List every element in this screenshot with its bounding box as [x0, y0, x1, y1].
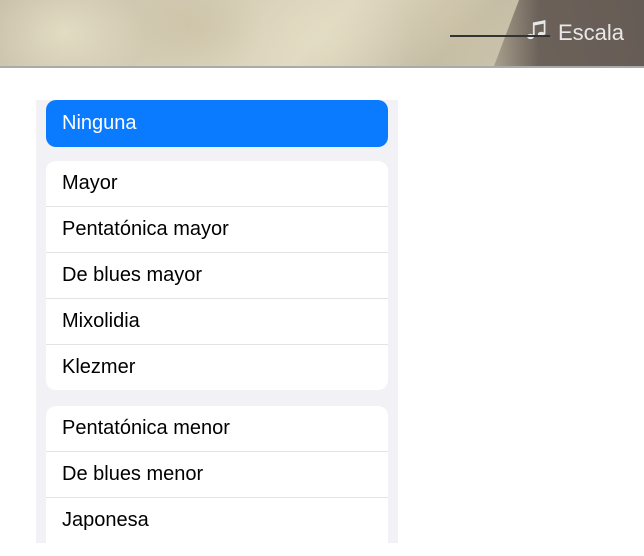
scale-option[interactable]: Mayor — [46, 161, 388, 207]
scale-option-label: Pentatónica mayor — [62, 218, 229, 240]
scale-option-label: Pentatónica menor — [62, 417, 230, 439]
scale-option[interactable]: Japonesa — [46, 498, 388, 543]
scale-option-selected[interactable]: Ninguna — [46, 100, 388, 147]
scale-option[interactable]: Pentatónica menor — [46, 406, 388, 452]
callout-indicator-line — [450, 35, 550, 37]
scale-group-major: Mayor Pentatónica mayor De blues mayor M… — [46, 161, 388, 390]
scale-button-label: Escala — [558, 20, 624, 46]
scale-option-label: De blues menor — [62, 463, 203, 485]
scale-picker-panel: Ninguna Mayor Pentatónica mayor De blues… — [36, 100, 398, 543]
scale-option-label: Klezmer — [62, 356, 135, 378]
scale-group-minor: Pentatónica menor De blues menor Japones… — [46, 406, 388, 543]
scale-option[interactable]: De blues menor — [46, 452, 388, 498]
scale-option-label: Mayor — [62, 172, 118, 194]
scale-option[interactable]: Mixolidia — [46, 299, 388, 345]
instrument-header-bar: Escala — [0, 0, 644, 68]
scale-option[interactable]: Pentatónica mayor — [46, 207, 388, 253]
scale-option-label: Japonesa — [62, 509, 149, 531]
scale-option-label: Ninguna — [62, 112, 137, 134]
scale-option-label: De blues mayor — [62, 264, 202, 286]
scale-icon — [524, 17, 550, 49]
scale-option-label: Mixolidia — [62, 310, 140, 332]
scale-option[interactable]: De blues mayor — [46, 253, 388, 299]
scale-option[interactable]: Klezmer — [46, 345, 388, 390]
scale-button[interactable]: Escala — [494, 0, 644, 66]
